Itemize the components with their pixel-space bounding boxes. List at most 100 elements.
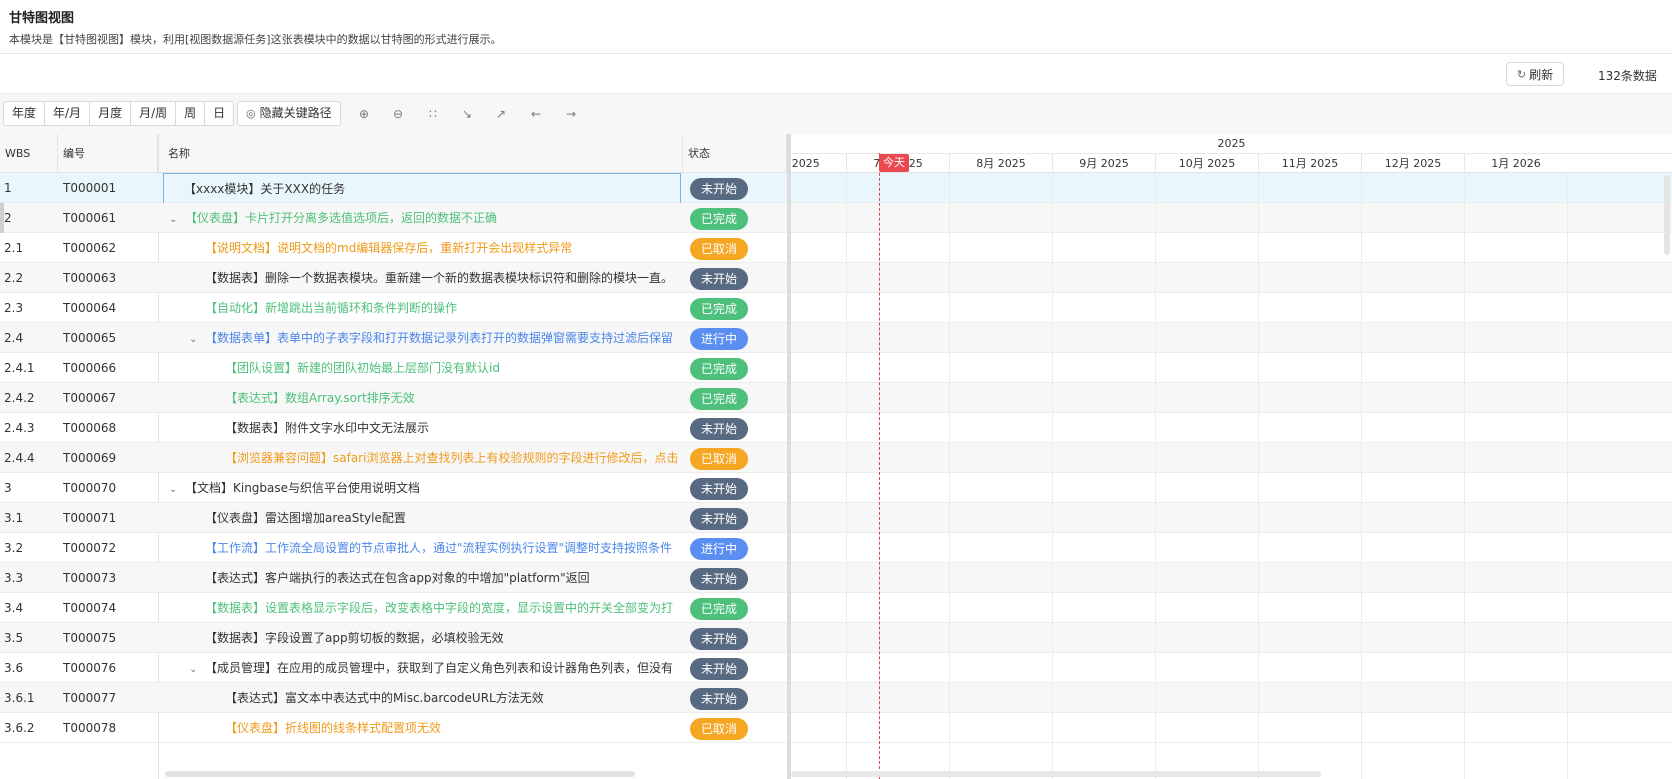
status-cell: 未开始 [690,473,760,504]
scale-day-button[interactable]: 日 [205,102,233,125]
refresh-button[interactable]: ↻ 刷新 [1506,62,1564,86]
column-header-no[interactable]: 编号 [58,134,158,173]
fit-icon[interactable]: ∷ [423,104,443,124]
table-row[interactable]: 2.4.1 T000066 【团队设置】新建的团队初始最上层部门没有默认id 已完成 [0,353,790,383]
task-name-cell[interactable]: 【仪表盘】雷达图增加areaStyle配置 [165,503,680,534]
timeline-row[interactable] [791,593,1672,623]
task-number-cell: T000062 [63,241,117,255]
table-row[interactable]: 3.6.1 T000077 【表达式】富文本中表达式中的Misc.barcodeUR… [0,683,790,713]
task-name-cell[interactable]: 【团队设置】新建的团队初始最上层部门没有默认id [165,353,680,384]
task-name-cell[interactable]: 【表达式】数组Array.sort排序无效 [165,383,680,414]
timeline-row[interactable] [791,413,1672,443]
task-name-cell[interactable]: 【数据表】设置表格显示字段后，改变表格中字段的宽度，显示设置中的开关全部变为打 [165,593,680,624]
zoom-out-icon[interactable]: ⊖ [388,104,408,124]
table-row[interactable]: 2.3 T000064 【自动化】新增跳出当前循环和条件判断的操作 已完成 [0,293,790,323]
table-row[interactable]: 3.4 T000074 【数据表】设置表格显示字段后，改变表格中字段的宽度，显示设置… [0,593,790,623]
table-row[interactable]: 2.4.3 T000068 【数据表】附件文字水印中文无法展示 未开始 [0,413,790,443]
collapse-icon[interactable]: ↗ [491,104,511,124]
table-row[interactable]: 3.5 T000075 【数据表】字段设置了app剪切板的数据，必填校验无效 未开始 [0,623,790,653]
timeline-row[interactable] [791,653,1672,683]
zoom-in-icon[interactable]: ⊕ [354,104,374,124]
refresh-label: 刷新 [1529,67,1554,82]
chevron-down-icon[interactable]: ⌄ [169,204,185,234]
timeline-row[interactable] [791,263,1672,293]
table-row[interactable]: 2.4.4 T000069 【浏览器兼容问题】safari浏览器上对查找列表上有校验… [0,443,790,473]
timeline-row[interactable] [791,233,1672,263]
timeline-row[interactable] [791,473,1672,503]
column-header-status[interactable]: 状态 [683,134,787,173]
timeline-row[interactable] [791,533,1672,563]
task-name-cell[interactable]: 【浏览器兼容问题】safari浏览器上对查找列表上有校验规则的字段进行修改后，点… [165,443,680,474]
column-header-name[interactable]: 名称 [163,134,683,173]
task-name-cell[interactable]: ⌄ 【仪表盘】卡片打开分离多选值选项后，返回的数据不正确 [165,203,680,234]
timeline-row[interactable] [791,563,1672,593]
hide-critical-path-button[interactable]: ◎ 隐藏关键路径 [237,101,341,126]
timeline-row[interactable] [791,443,1672,473]
status-badge: 已取消 [690,448,748,470]
arrow-right-icon[interactable]: → [561,104,581,124]
table-row[interactable]: 3 T000070 ⌄ 【文档】Kingbase与织信平台使用说明文档 未开始 [0,473,790,503]
table-row[interactable]: 2.4.2 T000067 【表达式】数组Array.sort排序无效 已完成 [0,383,790,413]
timeline-gridline [1155,173,1156,779]
chevron-down-icon[interactable]: ⌄ [189,324,205,354]
timeline-row[interactable] [791,293,1672,323]
task-name-cell[interactable]: 【仪表盘】折线图的线条样式配置项无效 [165,713,680,744]
chart-horizontal-scrollbar[interactable] [791,771,1321,777]
timeline-row[interactable] [791,173,1672,203]
task-name-cell[interactable]: 【表达式】富文本中表达式中的Misc.barcodeURL方法无效 [165,683,680,714]
task-name: 【数据表】附件文字水印中文无法展示 [225,421,430,435]
status-badge: 已完成 [690,208,748,230]
task-number-cell: T000070 [63,481,117,495]
task-name-cell[interactable]: ⌄ 【成员管理】在应用的成员管理中，获取到了自定义角色列表和设计器角色列表，但没有 [165,653,680,684]
table-row[interactable]: 2.4 T000065 ⌄ 【数据表单】表单中的子表字段和打开数据记录列表打开的数据弹… [0,323,790,353]
table-row[interactable]: 3.1 T000071 【仪表盘】雷达图增加areaStyle配置 未开始 [0,503,790,533]
table-row[interactable]: 2 T000061 ⌄ 【仪表盘】卡片打开分离多选值选项后，返回的数据不正确 已完成 [0,203,790,233]
vertical-scrollbar[interactable] [1664,175,1670,255]
scale-month-button[interactable]: 月度 [90,102,132,125]
task-name: 【xxxx模块】关于XXX的任务 [184,182,346,196]
task-name-cell[interactable]: 【工作流】工作流全局设置的节点审批人，通过"流程实例执行设置"调整时支持按照条件 [165,533,680,564]
table-row[interactable]: 1 T000001 【xxxx模块】关于XXX的任务 未开始 [0,173,790,204]
status-cell: 进行中 [690,323,760,354]
task-name-cell[interactable]: ⌄ 【文档】Kingbase与织信平台使用说明文档 [165,473,680,504]
today-marker: 今天 [879,154,909,172]
table-row[interactable]: 2.2 T000063 【数据表】删除一个数据表模块。重新建一个新的数据表模块标识符… [0,263,790,293]
timeline-row[interactable] [791,683,1672,713]
table-row[interactable]: 3.6 T000076 ⌄ 【成员管理】在应用的成员管理中，获取到了自定义角色列表和设… [0,653,790,683]
timeline-row[interactable] [791,323,1672,353]
scale-year-button[interactable]: 年度 [4,102,46,125]
timeline-month: 11月 2025 [1258,154,1361,173]
task-name-cell[interactable]: 【数据表】附件文字水印中文无法展示 [165,413,680,444]
status-badge: 未开始 [690,268,748,290]
table-row[interactable]: 2.1 T000062 【说明文档】说明文档的md编辑器保存后，重新打开会出现样式异… [0,233,790,263]
column-header-wbs[interactable]: WBS [0,134,58,173]
scale-month-week-button[interactable]: 月/周 [131,102,177,125]
timeline-row[interactable] [791,623,1672,653]
status-cell: 未开始 [690,413,760,444]
timeline-row[interactable] [791,353,1672,383]
wbs-cell: 2.1 [4,241,24,255]
table-row[interactable]: 3.2 T000072 【工作流】工作流全局设置的节点审批人，通过"流程实例执行设置… [0,533,790,563]
table-row[interactable]: 3.6.2 T000078 【仪表盘】折线图的线条样式配置项无效 已取消 [0,713,790,743]
chevron-down-icon[interactable]: ⌄ [189,654,205,684]
task-name-cell[interactable]: 【表达式】客户端执行的表达式在包含app对象的中增加"platform"返回 [165,563,680,594]
table-row[interactable]: 3.3 T000073 【表达式】客户端执行的表达式在包含app对象的中增加"pla… [0,563,790,593]
timeline-row[interactable] [791,713,1672,743]
expand-icon[interactable]: ↘ [457,104,477,124]
row-drag-handle[interactable] [0,203,4,233]
wbs-cell: 3.1 [4,511,24,525]
scale-week-button[interactable]: 周 [176,102,206,125]
task-name-cell[interactable]: 【自动化】新增跳出当前循环和条件判断的操作 [165,293,680,324]
task-name-cell[interactable]: 【数据表】字段设置了app剪切板的数据，必填校验无效 [165,623,680,654]
timeline-row[interactable] [791,503,1672,533]
task-name-cell[interactable]: ⌄ 【数据表单】表单中的子表字段和打开数据记录列表打开的数据弹窗需要支持过滤后保留 [165,323,680,354]
task-name-cell[interactable]: 【xxxx模块】关于XXX的任务 [163,173,681,204]
scale-year-month-button[interactable]: 年/月 [45,102,91,125]
timeline-row[interactable] [791,383,1672,413]
task-name-cell[interactable]: 【数据表】删除一个数据表模块。重新建一个新的数据表模块标识符和删除的模块一直。 [165,263,680,294]
grid-horizontal-scrollbar[interactable] [165,771,635,777]
task-name-cell[interactable]: 【说明文档】说明文档的md编辑器保存后，重新打开会出现样式异常 [165,233,680,264]
arrow-left-icon[interactable]: ← [526,104,546,124]
timeline-row[interactable] [791,203,1672,233]
chevron-down-icon[interactable]: ⌄ [169,474,185,504]
